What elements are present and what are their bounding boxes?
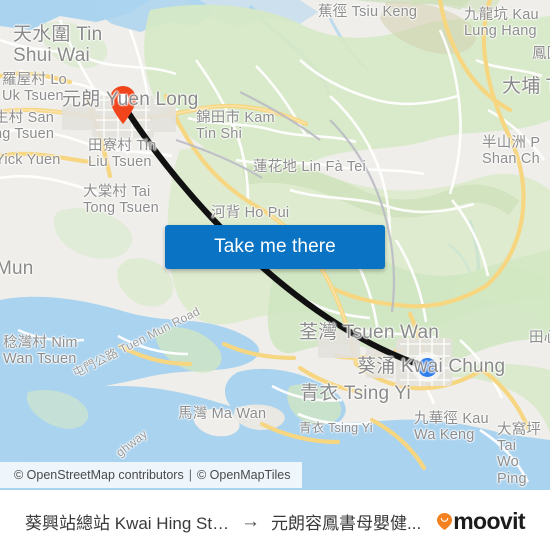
moovit-logo[interactable]: moovit: [437, 507, 526, 535]
destination-dot-core: [417, 357, 437, 377]
origin-pin-marker[interactable]: [110, 86, 136, 124]
destination-dot-marker[interactable]: [412, 352, 442, 382]
attribution-openmaptiles[interactable]: © OpenMapTiles: [197, 468, 291, 482]
moovit-pin-icon: [437, 512, 453, 530]
moovit-wordmark: moovit: [453, 507, 525, 534]
map-attribution-bar: © OpenStreetMap contributors | © OpenMap…: [0, 462, 303, 488]
trip-footer-bar: 葵興站總站 Kwai Hing Statio... → 元朗容鳳書母嬰健... …: [0, 490, 550, 550]
attribution-separator: |: [188, 468, 192, 482]
take-me-there-label: Take me there: [214, 236, 336, 257]
take-me-there-button[interactable]: Take me there: [165, 225, 385, 269]
footer-origin-label[interactable]: 葵興站總站 Kwai Hing Statio...: [25, 509, 230, 534]
map-canvas[interactable]: 天水圍 Tin Shui Wai 羅屋村 Lo Uk Tsuen 生村 San …: [0, 0, 550, 490]
moovit-map-screenshot: 天水圍 Tin Shui Wai 羅屋村 Lo Uk Tsuen 生村 San …: [0, 0, 550, 550]
footer-destination-label[interactable]: 元朗容鳳書母嬰健...: [271, 509, 421, 534]
attribution-openstreetmap[interactable]: © OpenStreetMap contributors: [14, 468, 184, 482]
arrow-right-icon: →: [241, 510, 261, 532]
